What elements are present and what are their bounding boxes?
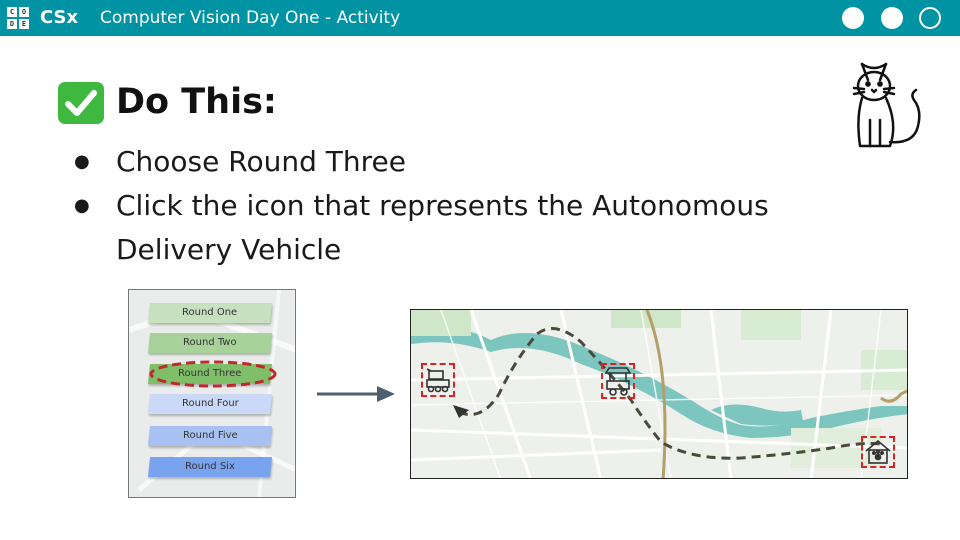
logo-letter: D <box>7 19 17 29</box>
map-background <box>411 310 907 478</box>
lesson-title: Computer Vision Day One - Activity <box>100 8 401 28</box>
instruction-list: Choose Round Three Click the icon that r… <box>70 140 890 272</box>
pet-house-icon[interactable] <box>861 436 895 468</box>
round-six-button[interactable]: Round Six <box>147 457 273 477</box>
bullet-click-icon: Click the icon that represents the Auton… <box>70 184 890 272</box>
progress-dot-empty <box>919 7 941 29</box>
progress-dot-filled <box>881 7 903 29</box>
cat-icon <box>848 54 932 150</box>
logo-letter: O <box>19 7 29 17</box>
logo-letter: C <box>7 7 17 17</box>
bullet-choose-round: Choose Round Three <box>70 140 890 184</box>
code-logo-icon: C O D E <box>7 7 29 29</box>
round-two-button[interactable]: Round Two <box>147 333 273 353</box>
logo-letter: E <box>19 19 29 29</box>
rounds-screenshot: Round One Round Two Round Three Round Fo… <box>128 289 296 498</box>
progress-dot-filled <box>842 7 864 29</box>
round-three-button[interactable]: Round Three <box>147 364 273 384</box>
food-cart-icon[interactable] <box>601 363 635 399</box>
top-bar: C O D E CSx Computer Vision Day One - Ac… <box>0 0 960 36</box>
arrow-right-icon <box>315 383 397 405</box>
round-five-button[interactable]: Round Five <box>147 426 273 446</box>
route-map <box>410 309 908 479</box>
round-four-button[interactable]: Round Four <box>147 394 273 414</box>
check-mark-icon <box>58 82 104 124</box>
instruction-heading: Do This: <box>116 82 277 122</box>
delivery-robot-icon[interactable] <box>421 363 455 397</box>
round-one-button[interactable]: Round One <box>147 303 273 323</box>
brand-name: CSx <box>40 7 79 28</box>
